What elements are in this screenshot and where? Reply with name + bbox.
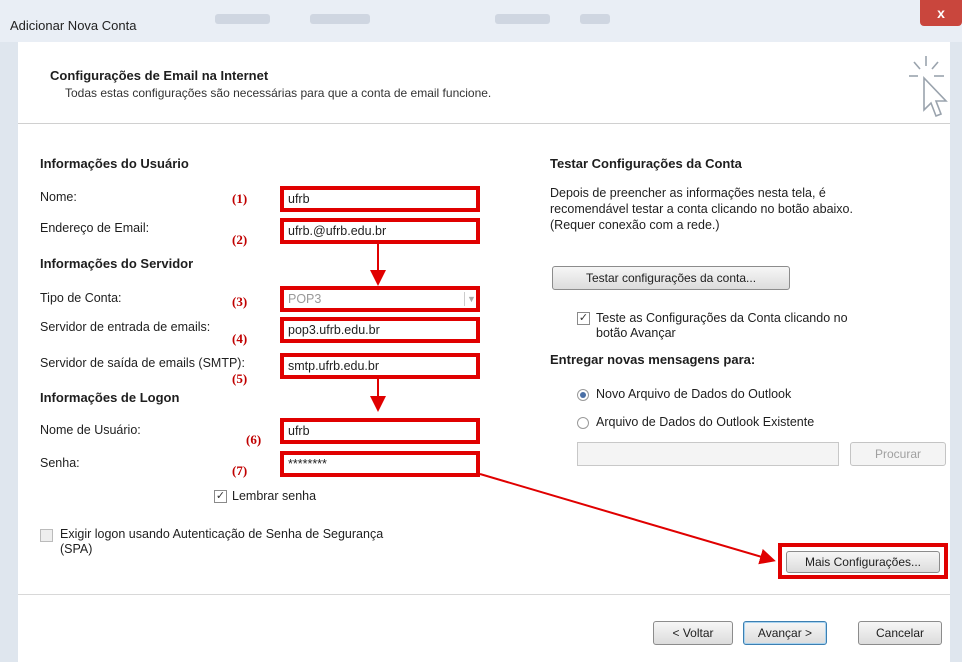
close-button[interactable]: x [920, 0, 962, 26]
marker-6: (6) [246, 432, 262, 447]
marker-7: (7) [232, 463, 248, 478]
spa-label-continued: (SPA) [60, 542, 93, 556]
cancel-button[interactable]: Cancelar [858, 621, 942, 645]
spa-label: Exigir logon usando Autenticação de Senh… [60, 527, 384, 541]
account-type-select[interactable]: POP3 ▼ [280, 286, 480, 312]
header-title: Configurações de Email na Internet [50, 68, 269, 83]
chevron-down-icon: ▼ [464, 292, 478, 306]
title-bar: Adicionar Nova Conta x [0, 0, 962, 42]
existing-data-file-label: Arquivo de Dados do Outlook Existente [596, 415, 815, 429]
incoming-server-label: Servidor de entrada de emails: [40, 320, 211, 334]
next-button[interactable]: Avançar > [743, 621, 827, 645]
blurred-background-text [310, 14, 370, 24]
test-description-line1: Depois de preencher as informações nesta… [550, 186, 826, 200]
data-file-path-input[interactable] [577, 442, 839, 466]
name-label: Nome: [40, 190, 77, 204]
username-label: Nome de Usuário: [40, 423, 141, 437]
new-data-file-label: Novo Arquivo de Dados do Outlook [596, 387, 792, 401]
auto-test-label: Teste as Configurações da Conta clicando… [596, 311, 848, 325]
window-frame-left [0, 42, 18, 662]
test-settings-heading: Testar Configurações da Conta [550, 156, 742, 171]
wizard-cursor-icon [909, 56, 948, 118]
marker-5: (5) [232, 371, 248, 386]
marker-1: (1) [232, 191, 248, 206]
new-data-file-radio[interactable] [577, 389, 589, 401]
window-title: Adicionar Nova Conta [10, 18, 137, 33]
remember-password-checkbox[interactable]: ✓ [214, 490, 227, 503]
blurred-background-text [495, 14, 550, 24]
dialog-header: Configurações de Email na Internet Todas… [18, 42, 950, 124]
incoming-server-input[interactable]: pop3.ufrb.edu.br [280, 317, 480, 343]
marker-3: (3) [232, 294, 248, 309]
marker-4: (4) [232, 331, 248, 346]
blurred-background-text [215, 14, 270, 24]
server-info-heading: Informações do Servidor [40, 256, 194, 271]
spa-checkbox[interactable] [40, 529, 53, 542]
auto-test-label-continued: botão Avançar [596, 326, 676, 340]
deliver-heading: Entregar novas mensagens para: [550, 352, 756, 367]
test-description-line2: recomendável testar a conta clicando no … [550, 202, 853, 216]
password-input[interactable]: ******** [280, 451, 480, 477]
outgoing-server-label: Servidor de saída de emails (SMTP): [40, 356, 245, 370]
back-button[interactable]: < Voltar [653, 621, 733, 645]
window-frame-right [950, 42, 962, 662]
auto-test-checkbox[interactable]: ✓ [577, 312, 590, 325]
outgoing-server-input[interactable]: smtp.ufrb.edu.br [280, 353, 480, 379]
footer-divider [18, 594, 950, 595]
dialog-content: Informações do Usuário Nome: (1) ufrb En… [18, 124, 950, 662]
user-info-heading: Informações do Usuário [40, 156, 189, 171]
browse-button[interactable]: Procurar [850, 442, 946, 466]
blurred-background-text [580, 14, 610, 24]
header-subtitle: Todas estas configurações são necessária… [65, 86, 492, 100]
marker-2: (2) [232, 232, 248, 247]
email-label: Endereço de Email: [40, 221, 150, 235]
logon-info-heading: Informações de Logon [40, 390, 180, 405]
username-input[interactable]: ufrb [280, 418, 480, 444]
close-icon: x [937, 5, 945, 21]
test-account-settings-button[interactable]: Testar configurações da conta... [552, 266, 790, 290]
existing-data-file-radio[interactable] [577, 417, 589, 429]
email-input[interactable]: ufrb.@ufrb.edu.br [280, 218, 480, 244]
password-label: Senha: [40, 456, 80, 470]
name-input[interactable]: ufrb [280, 186, 480, 212]
more-settings-button[interactable]: Mais Configurações... [786, 551, 940, 573]
test-description-line3: (Requer conexão com a rede.) [550, 218, 720, 232]
remember-password-label: Lembrar senha [232, 489, 317, 503]
account-type-label: Tipo de Conta: [40, 291, 122, 305]
account-type-value: POP3 [288, 292, 322, 306]
